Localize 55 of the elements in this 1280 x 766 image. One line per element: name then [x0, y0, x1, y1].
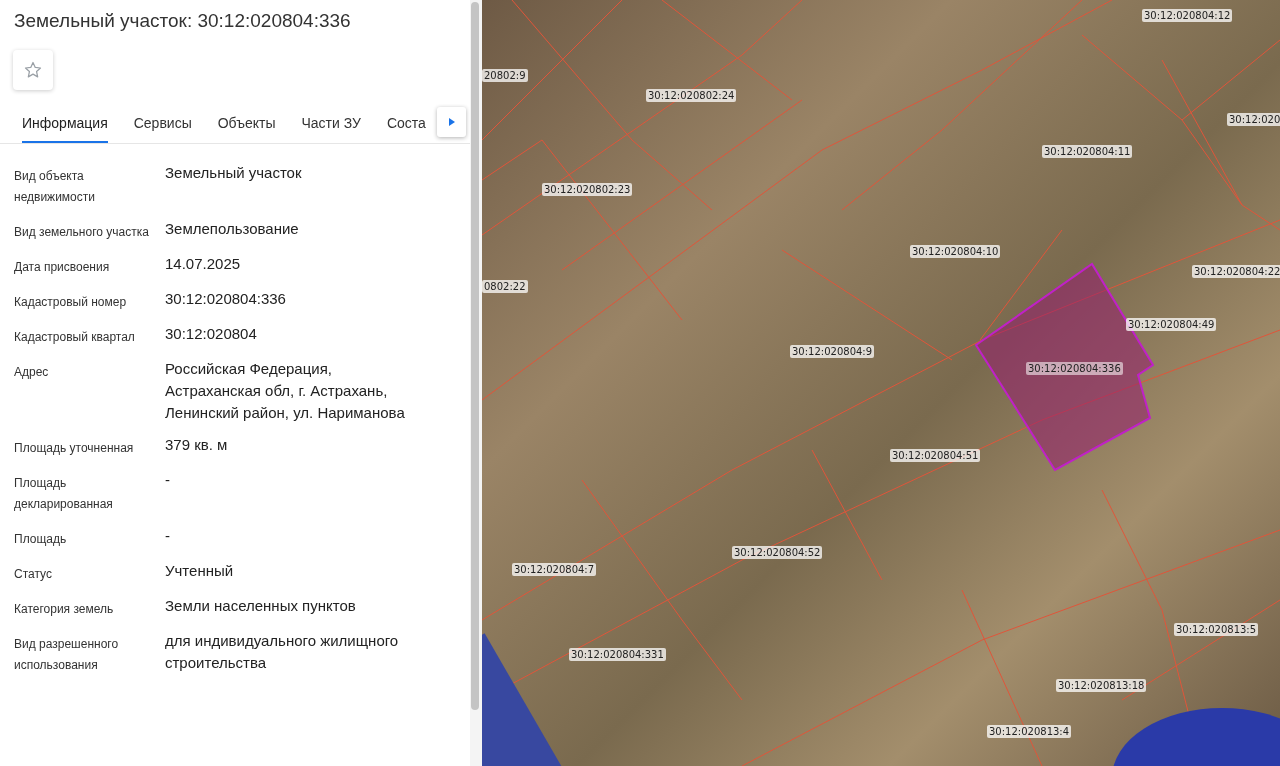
- parcel-label[interactable]: 30:12:020813:5: [1174, 623, 1259, 636]
- property-value: -: [165, 526, 170, 546]
- parcel-label[interactable]: 30:12:020804:51: [890, 449, 981, 462]
- property-label: Дата присвоения: [14, 259, 111, 276]
- parcel-label[interactable]: 0802:22: [482, 280, 528, 293]
- parcel-label[interactable]: 30:12:020804:10: [910, 245, 1001, 258]
- parcel-label[interactable]: 30:12:020802:24: [646, 89, 737, 102]
- property-value: 379 кв. м: [165, 435, 228, 455]
- parcel-label[interactable]: 30:12:020804:11: [1042, 145, 1133, 158]
- property-label: Площадь: [14, 531, 68, 548]
- property-label: Адрес: [14, 364, 50, 381]
- tab[interactable]: Соста: [386, 104, 426, 143]
- property-label: Вид земельного участка: [14, 224, 150, 241]
- property-label: Площадь декларированная: [14, 475, 114, 513]
- favorite-button[interactable]: [13, 50, 53, 90]
- property-value: 30:12:020804: [165, 324, 257, 344]
- scrollbar-thumb[interactable]: [471, 2, 479, 710]
- parcel-label[interactable]: 30:12:020804:336: [1026, 362, 1123, 375]
- property-value: Российская Федерация, Астраханская обл, г. Астрахань, Ленинский район, ул. Нариманова: [165, 359, 405, 423]
- property-label: Статус: [14, 566, 53, 583]
- parcel-label[interactable]: 30:12:020802:23: [542, 183, 633, 196]
- parcel-title: Земельный участок: 30:12:020804:336: [14, 10, 352, 32]
- parcel-label[interactable]: 30:12:020804:331: [569, 648, 666, 661]
- property-label: Вид объекта недвижимости: [14, 168, 96, 206]
- tab[interactable]: Информация: [22, 104, 108, 143]
- property-label: Вид разрешенного использования: [14, 636, 120, 674]
- property-value: -: [165, 470, 170, 490]
- parcel-label[interactable]: 30:12:020804:7: [512, 563, 597, 576]
- property-label: Кадастровый квартал: [14, 329, 136, 346]
- parcel-label[interactable]: 30:12:020813:4: [987, 725, 1072, 738]
- satellite-map[interactable]: [482, 0, 1280, 766]
- property-value: Землепользование: [165, 219, 299, 239]
- parcel-label[interactable]: 20802:9: [482, 69, 528, 82]
- property-value: для индивидуального жилищного строительства: [165, 631, 400, 673]
- property-value: 14.07.2025: [165, 254, 241, 274]
- property-value: Земельный участок: [165, 163, 302, 183]
- parcel-label[interactable]: 30:12:020804:9: [790, 345, 875, 358]
- property-value: 30:12:020804:336: [165, 289, 286, 309]
- parcel-label[interactable]: 30:12:020804:22: [1192, 265, 1280, 278]
- scroll-tabs-button[interactable]: [437, 107, 466, 137]
- star-icon: [23, 60, 43, 80]
- parcel-label[interactable]: 30:12:020804:12: [1142, 9, 1233, 22]
- tab[interactable]: Сервисы: [133, 104, 192, 143]
- property-value: Земли населенных пунктов: [165, 596, 356, 616]
- parcel-label[interactable]: 30:12:020813:18: [1056, 679, 1147, 692]
- parcel-label[interactable]: 30:12:020: [1227, 113, 1280, 126]
- property-label: Категория земель: [14, 601, 115, 618]
- tab[interactable]: Объекты: [217, 104, 276, 143]
- tab[interactable]: Части ЗУ: [301, 104, 361, 143]
- property-value: Учтенный: [165, 561, 234, 581]
- parcel-label[interactable]: 30:12:020804:49: [1126, 318, 1217, 331]
- property-label: Площадь уточненная: [14, 440, 135, 457]
- parcel-label[interactable]: 30:12:020804:52: [732, 546, 823, 559]
- triangle-right-icon: [448, 118, 455, 126]
- property-label: Кадастровый номер: [14, 294, 128, 311]
